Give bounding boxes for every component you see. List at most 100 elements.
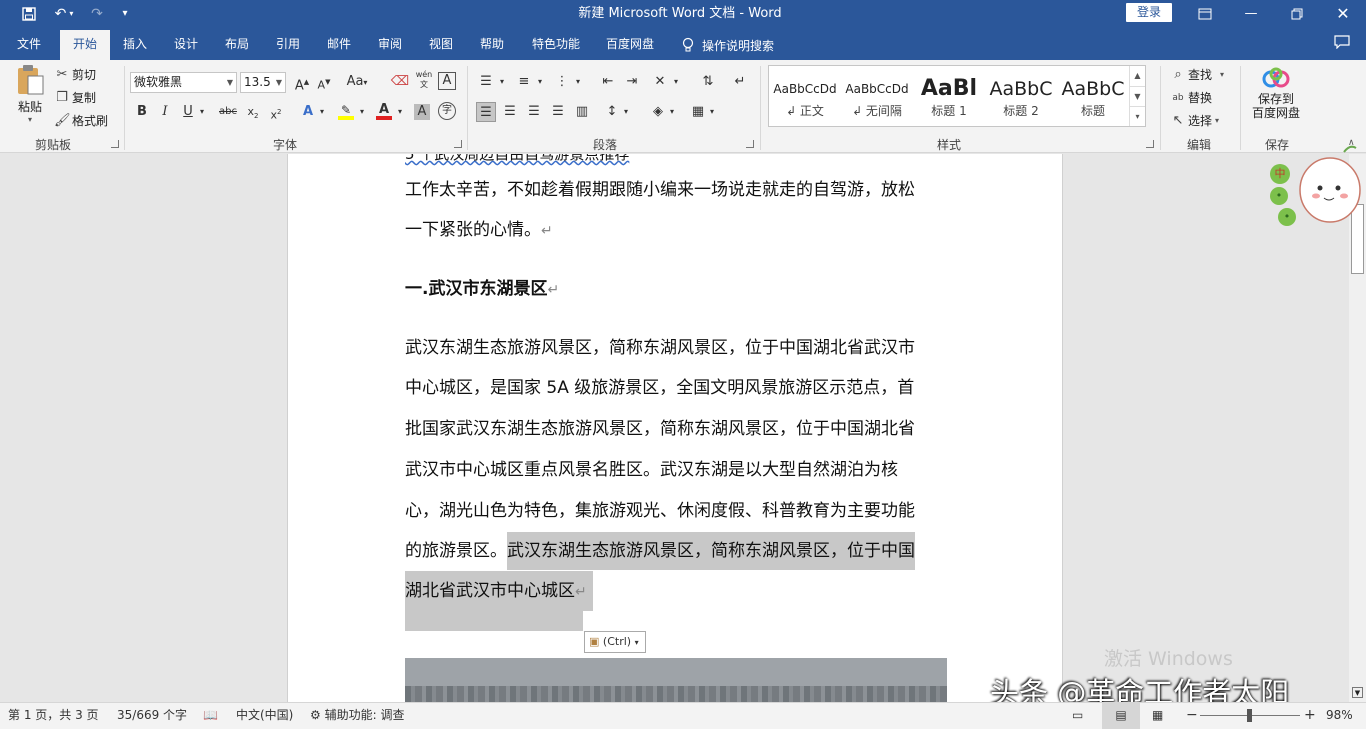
- redo-icon[interactable]: ↷: [86, 0, 108, 27]
- decrease-indent-icon[interactable]: ⇤: [598, 72, 618, 92]
- numbering-icon[interactable]: ≡: [514, 72, 534, 92]
- chevron-down-icon[interactable]: ▾: [356, 102, 368, 122]
- font-color-icon[interactable]: A: [374, 100, 394, 120]
- tab-design[interactable]: 设计: [164, 30, 208, 60]
- tab-insert[interactable]: 插入: [113, 30, 157, 60]
- save-to-baidu-button[interactable]: 保存到 百度网盘: [1248, 66, 1304, 120]
- justify-icon[interactable]: ☰: [548, 102, 568, 122]
- text-effects-icon[interactable]: A: [298, 102, 318, 122]
- proofing-icon[interactable]: 📖: [203, 703, 218, 729]
- comments-icon[interactable]: [1334, 35, 1350, 52]
- italic-icon[interactable]: I: [155, 102, 175, 122]
- line-spacing-icon[interactable]: ↕: [602, 102, 622, 122]
- sort-icon[interactable]: ⇅: [698, 72, 718, 92]
- tab-mailings[interactable]: 邮件: [317, 30, 361, 60]
- document-page[interactable]: 5 个武汉周边自由自驾游景点推荐 工作太辛苦，不如趁着假期跟随小编来一场说走就走…: [287, 154, 1063, 702]
- mascot-badge-dot[interactable]: •: [1270, 187, 1288, 205]
- save-icon[interactable]: [16, 0, 42, 27]
- cut-button[interactable]: ✂ 剪切: [54, 66, 96, 83]
- restore-icon[interactable]: [1274, 0, 1320, 27]
- select-button[interactable]: ↖ 选择 ▾: [1170, 112, 1219, 129]
- align-right-icon[interactable]: ☰: [524, 102, 544, 122]
- close-icon[interactable]: ✕: [1320, 0, 1366, 27]
- word-count[interactable]: 35/669 个字: [117, 703, 187, 729]
- subscript-icon[interactable]: x2: [243, 102, 263, 122]
- copy-button[interactable]: ❐ 复制: [54, 89, 96, 106]
- tab-view[interactable]: 视图: [419, 30, 463, 60]
- tab-baidu-netdisk[interactable]: 百度网盘: [596, 30, 664, 60]
- page-count[interactable]: 第 1 页，共 3 页: [8, 703, 99, 729]
- chevron-down-icon[interactable]: ▾: [620, 102, 632, 122]
- underline-dropdown-icon[interactable]: ▾: [196, 102, 208, 122]
- print-layout-icon[interactable]: ▤: [1102, 703, 1140, 729]
- tab-review[interactable]: 审阅: [368, 30, 412, 60]
- character-shading-icon[interactable]: A: [414, 104, 430, 120]
- city-photo[interactable]: [405, 658, 947, 702]
- clear-formatting-icon[interactable]: ⌫: [390, 72, 410, 92]
- mascot-badge-dot[interactable]: •: [1278, 208, 1296, 226]
- increase-indent-icon[interactable]: ⇥: [622, 72, 642, 92]
- tab-help[interactable]: 帮助: [470, 30, 514, 60]
- bold-icon[interactable]: B: [132, 102, 152, 122]
- read-mode-icon[interactable]: ▭: [1072, 703, 1083, 729]
- phonetic-guide-icon[interactable]: wén 文: [414, 70, 434, 90]
- font-size-combo[interactable]: 13.5 ▼: [240, 72, 286, 93]
- tab-special-features[interactable]: 特色功能: [522, 30, 590, 60]
- tab-home[interactable]: 开始: [60, 30, 110, 60]
- replace-button[interactable]: ab 替换: [1170, 89, 1212, 106]
- zoom-percent[interactable]: 98%: [1326, 703, 1353, 729]
- character-border-icon[interactable]: A: [438, 72, 456, 90]
- zoom-in-button[interactable]: +: [1304, 703, 1316, 729]
- grow-font-icon[interactable]: A▲: [292, 72, 312, 93]
- zoom-slider-track[interactable]: [1200, 709, 1300, 722]
- style-title[interactable]: AaBbC 标题: [1057, 66, 1129, 126]
- styles-launcher-icon[interactable]: [1146, 140, 1154, 148]
- tab-file[interactable]: 文件: [8, 30, 50, 60]
- distributed-icon[interactable]: ▥: [572, 102, 592, 122]
- chevron-down-icon[interactable]: ▾: [316, 102, 328, 122]
- chevron-down-icon[interactable]: ▾: [706, 102, 718, 122]
- borders-icon[interactable]: ▦: [688, 102, 708, 122]
- shading-icon[interactable]: ◈: [648, 102, 668, 122]
- mascot-badge-chinese[interactable]: 中: [1270, 164, 1290, 184]
- underline-icon[interactable]: U: [178, 102, 198, 122]
- language-status[interactable]: 中文(中国): [236, 703, 293, 729]
- undo-icon[interactable]: ↶ ▾: [48, 0, 80, 27]
- tell-me-search[interactable]: 操作说明搜索: [682, 30, 774, 60]
- web-layout-icon[interactable]: ▦: [1152, 703, 1163, 729]
- scroll-down-icon[interactable]: ▼: [1352, 687, 1363, 698]
- align-left-icon[interactable]: ☰: [476, 102, 496, 122]
- paragraph-launcher-icon[interactable]: [746, 140, 754, 148]
- chevron-down-icon[interactable]: ▾: [666, 102, 678, 122]
- format-painter-button[interactable]: 🖌 格式刷: [54, 112, 108, 129]
- shrink-font-icon[interactable]: A▼: [314, 72, 334, 92]
- tab-references[interactable]: 引用: [266, 30, 310, 60]
- gallery-scroll-up-icon[interactable]: ▲: [1129, 66, 1145, 86]
- mascot-widget[interactable]: 中 • •: [1264, 138, 1364, 238]
- align-center-icon[interactable]: ☰: [500, 102, 520, 122]
- chinese-layout-icon[interactable]: ✕: [650, 72, 670, 92]
- gallery-scroll-down-icon[interactable]: ▼: [1129, 86, 1145, 106]
- chevron-down-icon[interactable]: ▾: [670, 72, 682, 92]
- superscript-icon[interactable]: x2: [266, 102, 286, 122]
- paste-dropdown-icon[interactable]: ▾: [28, 115, 32, 124]
- strikethrough-icon[interactable]: abc: [218, 102, 238, 122]
- show-formatting-marks-icon[interactable]: ↵: [730, 72, 750, 92]
- gallery-more-icon[interactable]: ▾: [1129, 106, 1145, 126]
- style-normal[interactable]: AaBbCcDd ↲ 正文: [769, 66, 841, 126]
- zoom-slider-thumb[interactable]: [1246, 709, 1252, 722]
- change-case-button[interactable]: Aa▾: [342, 72, 372, 92]
- enclose-characters-icon[interactable]: 字: [438, 102, 456, 120]
- paste-options-button[interactable]: ▣ (Ctrl) ▾: [584, 631, 646, 653]
- style-no-spacing[interactable]: AaBbCcDd ↲ 无间隔: [841, 66, 913, 126]
- customize-quick-access-icon[interactable]: ▾: [116, 0, 134, 27]
- paste-button[interactable]: 粘贴 ▾: [12, 64, 48, 132]
- minimize-icon[interactable]: —: [1228, 0, 1274, 27]
- tab-layout[interactable]: 布局: [215, 30, 259, 60]
- chevron-down-icon[interactable]: ▾: [572, 72, 584, 92]
- login-button[interactable]: 登录: [1126, 3, 1172, 22]
- font-name-combo[interactable]: 微软雅黑 ▼: [130, 72, 237, 93]
- accessibility-status[interactable]: ⚙ 辅助功能: 调查: [310, 703, 404, 729]
- ribbon-display-options-icon[interactable]: [1182, 0, 1228, 27]
- highlight-color-icon[interactable]: ✎: [336, 100, 356, 120]
